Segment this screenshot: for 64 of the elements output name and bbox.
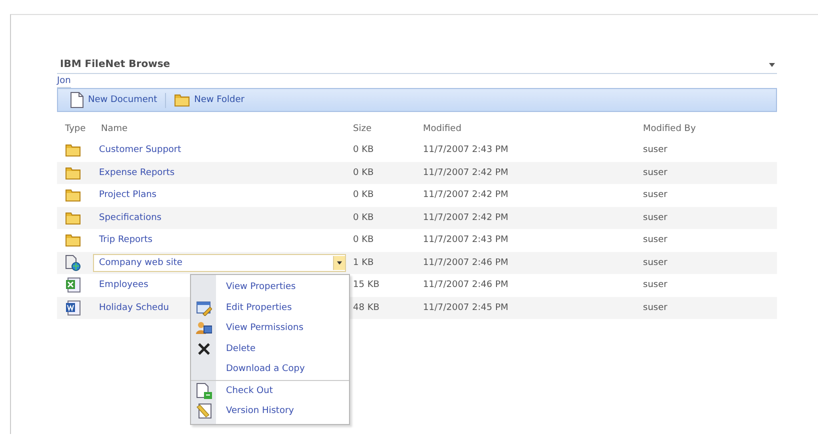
column-header[interactable]: Modified By xyxy=(641,124,777,134)
table-cell-text: 11/7/2007 2:43 PM xyxy=(422,145,510,156)
toolbar-button[interactable]: New Document xyxy=(66,92,162,108)
delete-icon xyxy=(196,342,210,356)
menu-item[interactable]: Delete xyxy=(226,344,256,354)
table-cell-text: suser xyxy=(642,258,668,268)
word-document-icon xyxy=(65,300,81,316)
file-link[interactable]: Holiday Schedu xyxy=(99,302,170,313)
web-document-icon xyxy=(65,254,81,271)
edit-form-icon xyxy=(196,300,212,316)
table-cell-text: 0 KB xyxy=(352,190,375,200)
table-cell-text: 0 KB xyxy=(352,145,375,156)
column-header[interactable]: Type xyxy=(57,124,99,134)
table-cell-text: 11/7/2007 2:43 PM xyxy=(422,235,510,246)
table-cell-text: 0 KB xyxy=(352,212,375,223)
folder-link[interactable]: Customer Support xyxy=(99,145,182,156)
version-history-icon xyxy=(196,403,212,420)
folder-link[interactable]: Specifications xyxy=(99,212,162,223)
table-cell-text: 48 KB xyxy=(352,302,380,313)
people-icon xyxy=(196,320,212,336)
dropdown-arrow-icon[interactable] xyxy=(769,62,775,66)
table-cell-text: suser xyxy=(642,190,668,200)
table-cell-text: suser xyxy=(642,280,668,290)
table-cell-text: 11/7/2007 2:42 PM xyxy=(422,168,510,178)
table-cell-text: 11/7/2007 2:46 PM xyxy=(422,258,510,268)
folder-icon xyxy=(65,143,81,158)
document-check-out-icon xyxy=(196,382,212,399)
table-cell-text: 1 KB xyxy=(352,258,375,268)
table-cell-text: 0 KB xyxy=(352,168,375,178)
column-header[interactable]: Size xyxy=(351,124,421,134)
table-cell-text: suser xyxy=(642,235,668,246)
file-link[interactable]: Company web site xyxy=(99,258,182,268)
folder-link[interactable]: Expense Reports xyxy=(99,168,175,178)
folder-icon xyxy=(65,188,81,202)
menu-item[interactable]: View Properties xyxy=(226,282,296,292)
table-cell-text: 11/7/2007 2:42 PM xyxy=(422,190,510,200)
menu-item[interactable]: Version History xyxy=(226,406,294,416)
table-cell-text: suser xyxy=(642,212,668,223)
column-header[interactable]: Modified xyxy=(421,124,641,134)
menu-item[interactable]: Edit Properties xyxy=(226,302,292,313)
file-link[interactable]: Employees xyxy=(99,280,148,290)
table-cell-text: suser xyxy=(642,302,668,313)
column-header[interactable]: Name xyxy=(99,124,351,134)
table-cell-text: 0 KB xyxy=(352,235,375,246)
table-cell-text: suser xyxy=(642,168,668,178)
table-cell-text: 11/7/2007 2:45 PM xyxy=(422,302,510,313)
table-cell-text: 11/7/2007 2:42 PM xyxy=(422,212,510,223)
table-cell-text: 11/7/2007 2:46 PM xyxy=(422,280,510,290)
menu-item[interactable]: Download a Copy xyxy=(226,364,305,374)
folder-link[interactable]: Project Plans xyxy=(99,190,156,200)
folder-icon xyxy=(65,210,81,225)
menu-item[interactable]: View Permissions xyxy=(226,323,304,334)
folder-link[interactable]: Trip Reports xyxy=(99,235,152,246)
selected-item-box[interactable]: Company web site xyxy=(93,254,346,272)
toolbar-button[interactable]: New Folder xyxy=(170,93,248,107)
menu-item[interactable]: Check Out xyxy=(226,386,273,396)
webpart-title: IBM FileNet Browse xyxy=(60,59,170,70)
folder-icon xyxy=(174,93,190,107)
folder-icon xyxy=(65,233,81,248)
folder-icon xyxy=(65,166,81,180)
table-cell-text: 15 KB xyxy=(352,280,380,290)
document-icon xyxy=(70,92,84,108)
table-cell-text: suser xyxy=(642,145,668,156)
spreadsheet-icon xyxy=(65,277,81,294)
